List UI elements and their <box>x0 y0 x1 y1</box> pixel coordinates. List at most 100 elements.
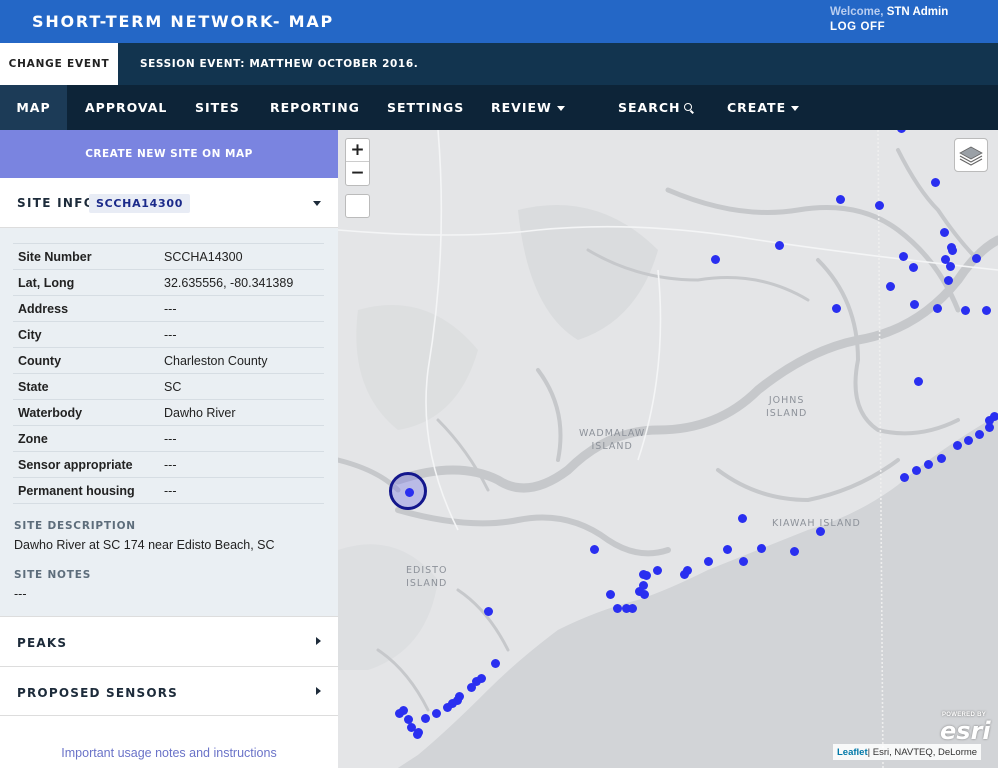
site-info-row: Address --- <box>13 295 324 322</box>
nav-create-dropdown[interactable]: CREATE <box>727 85 800 130</box>
site-info-row: Permanent housing --- <box>13 477 324 504</box>
site-marker[interactable] <box>710 254 720 264</box>
nav-map[interactable]: MAP <box>0 85 67 130</box>
site-marker[interactable] <box>930 177 940 187</box>
welcome-label: Welcome, <box>830 6 884 18</box>
site-marker[interactable] <box>738 556 748 566</box>
site-info-value: --- <box>164 425 324 452</box>
site-marker[interactable] <box>932 303 942 313</box>
site-marker[interactable] <box>490 658 500 668</box>
proposed-sensors-label: PROPOSED SENSORS <box>17 686 179 700</box>
chevron-right-icon <box>316 637 321 645</box>
layers-button[interactable] <box>954 138 988 172</box>
site-marker[interactable] <box>679 569 689 579</box>
site-description-value: Dawho River at SC 174 near Edisto Beach,… <box>14 538 275 552</box>
site-info-toggle[interactable]: SITE INFO SCCHA14300 <box>0 178 338 228</box>
site-marker[interactable] <box>420 713 430 723</box>
site-marker[interactable] <box>835 194 845 204</box>
site-marker[interactable] <box>605 589 615 599</box>
site-info-row: Site Number SCCHA14300 <box>13 243 324 270</box>
site-marker[interactable] <box>627 603 637 613</box>
leaflet-link[interactable]: Leaflet <box>837 747 868 758</box>
site-marker[interactable] <box>412 729 422 739</box>
layers-icon <box>959 146 983 166</box>
zoom-control: + − <box>345 138 370 186</box>
place-label-line: JOHNS <box>768 395 805 406</box>
site-marker[interactable] <box>831 303 841 313</box>
site-marker[interactable] <box>476 673 486 683</box>
site-marker[interactable] <box>936 453 946 463</box>
site-marker[interactable] <box>815 526 825 536</box>
site-marker[interactable] <box>974 429 984 439</box>
site-marker[interactable] <box>909 299 919 309</box>
logoff-link[interactable]: LOG OFF <box>830 21 885 33</box>
site-marker[interactable] <box>442 702 452 712</box>
site-marker[interactable] <box>971 253 981 263</box>
site-marker[interactable] <box>703 556 713 566</box>
nav-review-dropdown[interactable]: REVIEW <box>491 85 565 130</box>
nav-sites[interactable]: SITES <box>195 85 240 130</box>
peaks-toggle[interactable]: PEAKS <box>0 616 338 666</box>
welcome-user: STN Admin <box>886 6 949 18</box>
nav-approval-label: APPROVAL <box>85 100 168 115</box>
zoom-out-button[interactable]: − <box>346 162 369 185</box>
place-label-line: ISLAND <box>591 441 633 452</box>
place-label-line: EDISTO <box>406 565 448 576</box>
site-marker[interactable] <box>963 435 973 445</box>
site-marker[interactable] <box>899 472 909 482</box>
nav-search[interactable]: SEARCH <box>618 85 693 130</box>
site-marker[interactable] <box>939 227 949 237</box>
site-marker[interactable] <box>952 440 962 450</box>
site-marker[interactable] <box>960 305 970 315</box>
site-marker[interactable] <box>896 130 906 133</box>
site-marker[interactable] <box>612 603 622 613</box>
site-marker[interactable] <box>898 251 908 261</box>
site-marker[interactable] <box>722 544 732 554</box>
site-marker[interactable] <box>394 708 404 718</box>
site-info-value: --- <box>164 321 324 348</box>
nav-settings-label: SETTINGS <box>387 100 465 115</box>
site-marker[interactable] <box>652 565 662 575</box>
map-tool-button[interactable] <box>345 194 370 218</box>
site-marker[interactable] <box>641 570 651 580</box>
nav-approval[interactable]: APPROVAL <box>85 85 167 130</box>
proposed-sensors-toggle[interactable]: PROPOSED SENSORS <box>0 666 338 716</box>
site-marker[interactable] <box>431 708 441 718</box>
site-info-row: Sensor appropriate --- <box>13 451 324 478</box>
site-marker[interactable] <box>737 513 747 523</box>
site-marker[interactable] <box>774 240 784 250</box>
usage-notes-link[interactable]: Important usage notes and instructions <box>0 746 338 760</box>
site-marker[interactable] <box>908 262 918 272</box>
zoom-in-button[interactable]: + <box>346 139 369 162</box>
site-marker[interactable] <box>945 261 955 271</box>
nav-reporting[interactable]: REPORTING <box>270 85 360 130</box>
site-marker[interactable] <box>943 275 953 285</box>
site-marker[interactable] <box>789 546 799 556</box>
site-info-value: --- <box>164 295 324 322</box>
esri-wordmark: esri <box>940 717 991 745</box>
change-event-button[interactable]: CHANGE EVENT <box>0 43 118 85</box>
site-info-key: Waterbody <box>13 399 164 426</box>
create-site-button[interactable]: CREATE NEW SITE ON MAP <box>0 130 338 178</box>
site-marker[interactable] <box>911 465 921 475</box>
site-marker[interactable] <box>913 376 923 386</box>
site-marker[interactable] <box>756 543 766 553</box>
site-marker[interactable] <box>981 305 991 315</box>
site-marker[interactable] <box>634 586 644 596</box>
selected-site-marker[interactable] <box>389 472 427 510</box>
site-marker[interactable] <box>947 245 957 255</box>
site-info-key: Permanent housing <box>13 477 164 504</box>
nav-settings[interactable]: SETTINGS <box>387 85 464 130</box>
site-marker[interactable] <box>923 459 933 469</box>
site-marker[interactable] <box>403 714 413 724</box>
site-marker[interactable] <box>483 606 493 616</box>
site-info-row: Zone --- <box>13 425 324 452</box>
peaks-label: PEAKS <box>17 636 68 650</box>
site-marker[interactable] <box>589 544 599 554</box>
map-view[interactable]: JOHNS ISLAND WADMALAW ISLAND KIAWAH ISLAND… <box>338 130 998 768</box>
site-marker[interactable] <box>885 281 895 291</box>
site-marker[interactable] <box>989 411 998 421</box>
site-marker[interactable] <box>874 200 884 210</box>
site-info-value: 32.635556, -80.341389 <box>164 269 324 296</box>
site-info-value: Charleston County <box>164 347 324 374</box>
